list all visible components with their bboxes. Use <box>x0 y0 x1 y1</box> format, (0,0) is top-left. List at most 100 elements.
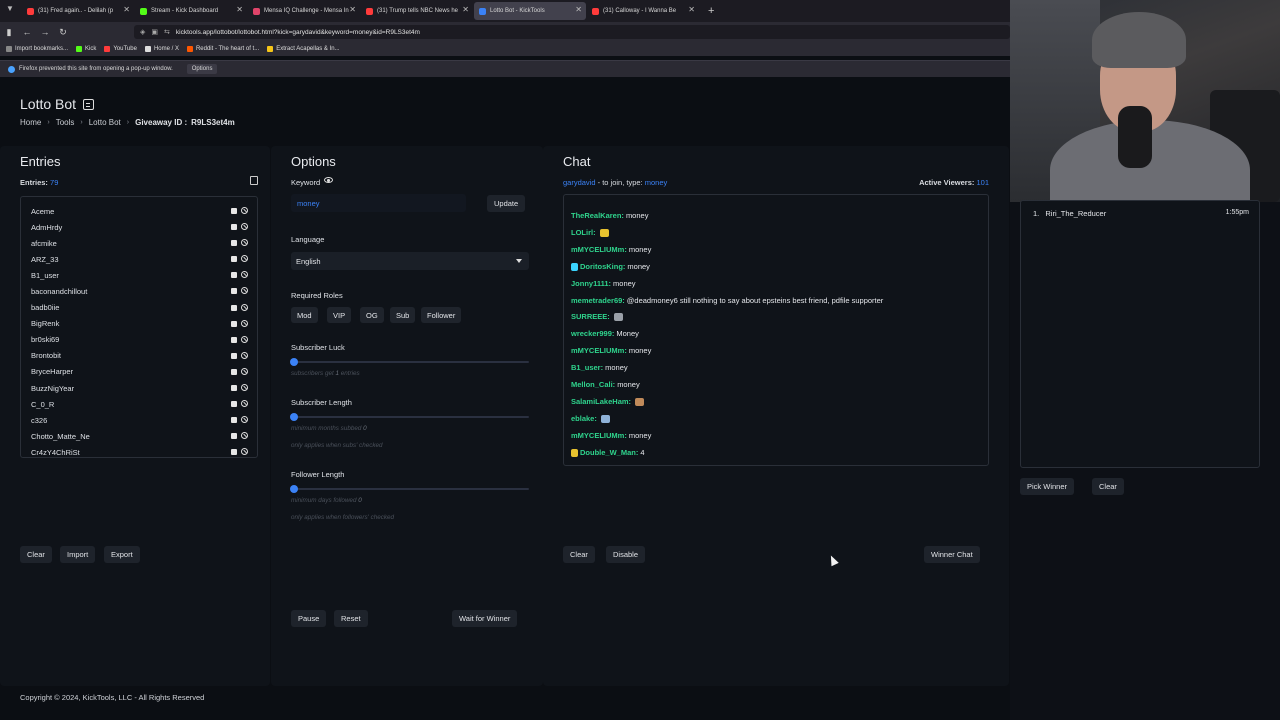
remove-entry-icon[interactable] <box>231 272 237 279</box>
remove-entry-icon[interactable] <box>231 417 237 424</box>
slider-handle[interactable] <box>290 413 298 421</box>
new-tab-icon[interactable]: + <box>708 5 714 17</box>
chat-messages[interactable]: TheRealKaren: money LOLirl: mMYCELIUMm: mone… <box>563 194 989 466</box>
ban-icon[interactable] <box>241 351 248 359</box>
chat-username[interactable]: Mellon_Cali: <box>571 380 615 389</box>
reset-button[interactable]: Reset <box>334 610 368 627</box>
wait-for-winner-button[interactable]: Wait for Winner <box>452 610 518 627</box>
forward-icon[interactable]: → <box>36 27 54 37</box>
entries-export-button[interactable]: Export <box>104 546 140 563</box>
breadcrumb-tools[interactable]: Tools <box>56 118 75 127</box>
chat-username[interactable]: mMYCELIUMm: <box>571 346 627 355</box>
ban-icon[interactable] <box>241 367 248 375</box>
ban-icon[interactable] <box>241 384 248 392</box>
remove-entry-icon[interactable] <box>231 433 237 440</box>
chat-username[interactable]: wrecker999: <box>571 329 614 338</box>
role-follower-toggle[interactable]: Follower <box>421 307 462 323</box>
notice-options-button[interactable]: Options <box>186 64 218 74</box>
winner-clear-button[interactable]: Clear <box>1092 478 1124 495</box>
remove-entry-icon[interactable] <box>231 401 237 408</box>
winner-chat-button[interactable]: Winner Chat <box>924 546 980 563</box>
ban-icon[interactable] <box>241 432 248 440</box>
pause-button[interactable]: Pause <box>291 610 327 627</box>
chat-username[interactable]: B1_user: <box>571 363 603 372</box>
copy-icon[interactable] <box>250 176 258 185</box>
tab-mensa[interactable]: Mensa IQ Challenge - Mensa In ✕ <box>248 2 360 20</box>
tab-fred-again[interactable]: (31) Fred again.. - Delilah (p ✕ <box>22 2 134 20</box>
bookmark-youtube[interactable]: YouTube <box>104 46 137 52</box>
tab-lotto-bot[interactable]: Lotto Bot - KickTools ✕ <box>474 2 586 20</box>
tab-trump-news[interactable]: (31) Trump tells NBC News he ✕ <box>361 2 473 20</box>
chat-clear-button[interactable]: Clear <box>563 546 595 563</box>
ban-icon[interactable] <box>241 400 248 408</box>
remove-entry-icon[interactable] <box>231 288 237 295</box>
tab-calloway[interactable]: (31) Calloway - I Wanna Be ✕ <box>587 2 699 20</box>
bookmark-import[interactable]: Import bookmarks... <box>6 46 68 52</box>
chat-username[interactable]: memetrader69: <box>571 296 625 305</box>
entries-import-button[interactable]: Import <box>60 546 96 563</box>
follower-length-slider[interactable] <box>290 485 529 493</box>
remove-entry-icon[interactable] <box>231 304 237 311</box>
ban-icon[interactable] <box>241 239 248 247</box>
role-og-toggle[interactable]: OG <box>360 307 384 323</box>
ban-icon[interactable] <box>241 303 248 311</box>
ban-icon[interactable] <box>241 271 248 279</box>
chat-username[interactable]: SURREEE: <box>571 312 610 321</box>
tab-list-icon[interactable]: ▼ <box>6 4 14 13</box>
chat-username[interactable]: mMYCELIUMm: <box>571 431 627 440</box>
remove-entry-icon[interactable] <box>231 449 237 456</box>
permissions-icon[interactable]: ⇆ <box>164 28 170 36</box>
keyword-input[interactable]: money <box>291 194 466 212</box>
chat-username[interactable]: Jonny1111: <box>571 279 611 288</box>
close-icon[interactable]: ✕ <box>349 5 356 14</box>
chat-username[interactable]: LOLirl: <box>571 228 596 237</box>
chat-username[interactable]: Double_W_Man: <box>580 448 638 457</box>
ban-icon[interactable] <box>241 223 248 231</box>
chat-username[interactable]: mMYCELIUMm: <box>571 245 627 254</box>
slider-handle[interactable] <box>290 358 298 366</box>
subscriber-luck-slider[interactable] <box>290 358 529 366</box>
role-sub-toggle[interactable]: Sub <box>390 307 416 323</box>
role-vip-toggle[interactable]: VIP <box>327 307 352 323</box>
ban-icon[interactable] <box>241 319 248 327</box>
bookmark-acapellas[interactable]: Extract Acapellas & In... <box>267 46 340 52</box>
close-icon[interactable]: ✕ <box>688 5 695 14</box>
ban-icon[interactable] <box>241 335 248 343</box>
reload-icon[interactable]: ↻ <box>54 27 72 38</box>
back-icon[interactable]: ← <box>18 27 36 37</box>
ban-icon[interactable] <box>241 255 248 263</box>
lock-icon[interactable]: ▣ <box>151 28 158 36</box>
entries-clear-button[interactable]: Clear <box>20 546 52 563</box>
remove-entry-icon[interactable] <box>231 385 237 392</box>
address-field[interactable]: ◈ ▣ ⇆ kicktools.app/lottobot/lottobot.ht… <box>134 25 1010 39</box>
close-icon[interactable]: ✕ <box>123 5 130 14</box>
chat-username[interactable]: SalamiLakeHam: <box>571 397 631 406</box>
breadcrumb-lotto-bot[interactable]: Lotto Bot <box>89 118 121 127</box>
breadcrumb-home[interactable]: Home <box>20 118 41 127</box>
bookmark-reddit[interactable]: Reddit - The heart of t... <box>186 46 259 52</box>
ban-icon[interactable] <box>241 416 248 424</box>
ban-icon[interactable] <box>241 207 248 214</box>
close-icon[interactable]: ✕ <box>236 5 243 14</box>
close-icon[interactable]: ✕ <box>575 5 582 14</box>
tab-kick-dashboard[interactable]: Stream - Kick Dashboard ✕ <box>135 2 247 20</box>
chat-username[interactable]: TheRealKaren: <box>571 211 624 220</box>
chat-disable-button[interactable]: Disable <box>606 546 646 563</box>
entries-list[interactable]: Aceme AdmHrdy afcmike ARZ_33 B1_user baconand… <box>20 196 258 458</box>
remove-entry-icon[interactable] <box>231 224 237 231</box>
shield-icon[interactable]: ◈ <box>140 28 145 36</box>
bookmark-kick[interactable]: Kick <box>76 46 96 52</box>
remove-entry-icon[interactable] <box>231 320 237 327</box>
remove-entry-icon[interactable] <box>231 256 237 263</box>
slider-handle[interactable] <box>290 485 298 493</box>
keyword-update-button[interactable]: Update <box>487 195 526 212</box>
remove-entry-icon[interactable] <box>231 368 237 375</box>
remove-entry-icon[interactable] <box>231 208 237 214</box>
subscriber-length-slider[interactable] <box>290 413 529 421</box>
ban-icon[interactable] <box>241 287 248 295</box>
remove-entry-icon[interactable] <box>231 352 237 359</box>
close-icon[interactable]: ✕ <box>462 5 469 14</box>
eye-icon[interactable] <box>324 177 333 183</box>
remove-entry-icon[interactable] <box>231 240 237 247</box>
chat-username[interactable]: eblake: <box>571 414 597 423</box>
